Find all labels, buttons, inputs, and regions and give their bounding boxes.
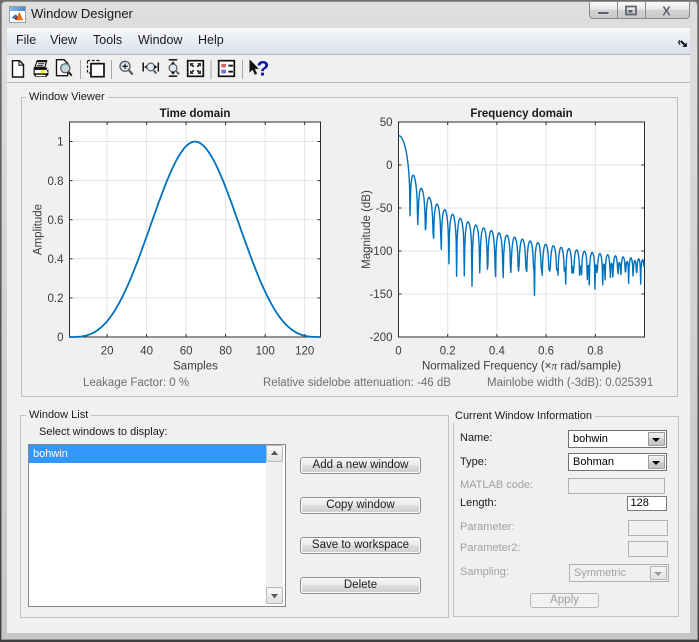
svg-text:0: 0: [57, 332, 63, 344]
svg-text:120: 120: [295, 346, 314, 358]
svg-text:0.4: 0.4: [489, 346, 506, 358]
svg-text:Time domain: Time domain: [160, 108, 231, 120]
svg-text:60: 60: [180, 346, 193, 358]
svg-text:0.8: 0.8: [48, 176, 64, 188]
svg-text:40: 40: [140, 346, 153, 358]
svg-text:?: ?: [257, 58, 270, 81]
svg-text:0.4: 0.4: [48, 254, 65, 266]
svg-text:Samples: Samples: [173, 361, 218, 373]
svg-text:100: 100: [256, 346, 275, 358]
svg-text:50: 50: [380, 117, 393, 129]
svg-text:0: 0: [395, 346, 401, 358]
svg-text:0.8: 0.8: [587, 346, 603, 358]
svg-text:X: X: [662, 4, 671, 19]
svg-text:20: 20: [101, 346, 114, 358]
svg-text:0.6: 0.6: [48, 215, 64, 227]
svg-text:-150: -150: [369, 289, 392, 301]
svg-text:Magnitude (dB): Magnitude (dB): [361, 190, 373, 269]
svg-text:0.6: 0.6: [538, 346, 554, 358]
svg-text:-200: -200: [369, 332, 392, 344]
svg-text:Amplitude: Amplitude: [33, 204, 45, 255]
svg-text:Normalized Frequency (×π rad/: Normalized Frequency (×π rad/sample): [422, 361, 621, 373]
svg-text:-50: -50: [376, 203, 393, 215]
svg-text:1: 1: [57, 137, 63, 149]
svg-text:Frequency domain: Frequency domain: [470, 108, 572, 120]
svg-text:0: 0: [386, 160, 392, 172]
svg-text:0.2: 0.2: [48, 293, 64, 305]
svg-text:0.2: 0.2: [440, 346, 456, 358]
svg-text:80: 80: [219, 346, 232, 358]
